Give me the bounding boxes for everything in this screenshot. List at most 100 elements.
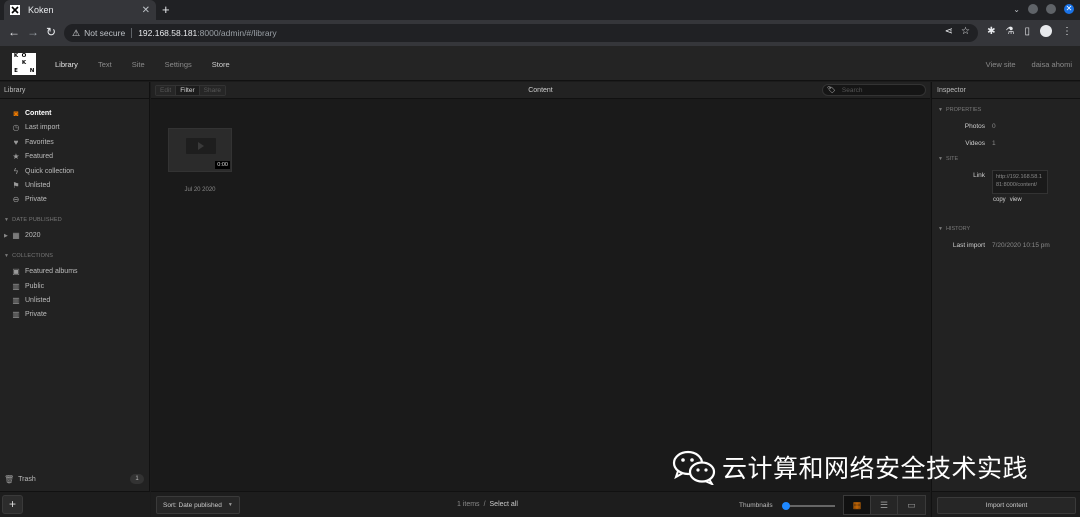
profile-avatar-icon[interactable]	[1040, 25, 1052, 37]
logo-letter	[12, 60, 20, 67]
sidebar-item-featured[interactable]: ★ Featured	[11, 152, 53, 161]
video-thumbnail[interactable]: 0:00	[168, 128, 232, 172]
inspector-footer: Import content	[932, 491, 1080, 517]
search-input[interactable]	[841, 86, 912, 94]
share-icon[interactable]: ⋖	[945, 26, 953, 37]
trash-link[interactable]: 🗑 Trash	[4, 475, 36, 484]
side-panel-icon[interactable]: ▯	[1024, 26, 1030, 37]
sidebar-item-year[interactable]: ▦ 2020	[11, 231, 40, 240]
divider	[131, 28, 133, 38]
tab-title: Koken	[28, 5, 54, 15]
window-close-icon[interactable]: ✕	[1064, 4, 1074, 14]
collection-icon: ▥	[12, 282, 20, 291]
sort-dropdown[interactable]: Sort: Date published ▼	[156, 496, 240, 514]
logo-letter: K	[13, 53, 19, 59]
back-icon[interactable]: ←	[8, 25, 20, 39]
logo-letter: K	[21, 60, 27, 67]
clock-icon: ◷	[12, 123, 20, 132]
warning-icon[interactable]: ⚠	[72, 28, 80, 39]
sidebar-item-unlisted[interactable]: ⚑ Unlisted	[11, 181, 50, 190]
address-bar[interactable]: ⚠ Not secure 192.168.58.181:8000/admin/#…	[64, 24, 978, 42]
view-site-link[interactable]: View site	[986, 60, 1016, 69]
slider-handle[interactable]	[781, 502, 790, 510]
item-count-label: 1 items	[457, 501, 480, 508]
nav-store[interactable]: Store	[212, 60, 230, 69]
add-button[interactable]: +	[2, 495, 23, 514]
tab-search-icon[interactable]: ⌄	[1013, 5, 1020, 14]
tag-icon[interactable]: 🏷	[827, 86, 836, 94]
nav-library[interactable]: Library	[55, 60, 78, 69]
select-all-link[interactable]: Select all	[490, 501, 518, 508]
sidebar-item-quick-collection[interactable]: ϟ Quick collection	[11, 167, 74, 176]
sidebar-item-collection-unlisted[interactable]: ▥ Unlisted	[11, 296, 50, 305]
browser-menu-icon[interactable]: ⋮	[1062, 26, 1072, 37]
trash-row[interactable]: 🗑 Trash 1	[0, 467, 150, 491]
nav-text[interactable]: Text	[98, 60, 112, 69]
last-import-value: 7/20/2020 10:15 pm	[992, 242, 1050, 249]
sidebar-item-label: Quick collection	[25, 168, 75, 175]
logo-letter	[28, 60, 36, 67]
video-play-icon	[186, 138, 216, 154]
import-content-button[interactable]: Import content	[937, 497, 1076, 514]
link-row: Link	[938, 172, 985, 179]
window-controls: ⌄ ✕	[1013, 4, 1074, 14]
koken-logo[interactable]: KOKEN	[12, 53, 36, 75]
browser-tab[interactable]: Koken ✕	[4, 0, 156, 20]
sidebar-item-last-import[interactable]: ◷ Last import	[11, 123, 60, 132]
sidebar-item-label: Private	[25, 196, 47, 203]
forward-icon[interactable]: →	[27, 25, 39, 39]
logo-letter: E	[14, 67, 18, 74]
section-site[interactable]: ▼ SITE	[938, 156, 958, 162]
logo-letter	[20, 68, 28, 75]
section-properties[interactable]: ▼ PROPERTIES	[938, 107, 981, 113]
list-view-icon[interactable]: ☰	[871, 496, 898, 514]
link-field[interactable]: http://192.168.58.181:8000/content/	[992, 170, 1048, 194]
link-actions: copy view	[993, 197, 1022, 203]
trash-label: Trash	[18, 475, 36, 483]
minimize-icon[interactable]	[1028, 4, 1038, 14]
collapse-triangle-icon: ▼	[4, 217, 10, 223]
extensions-puzzle-icon[interactable]: ✱	[987, 26, 995, 37]
sidebar-item-favorites[interactable]: ♥ Favorites	[11, 138, 54, 147]
content-toolbar: Edit Filter Share Content 🏷	[151, 82, 930, 99]
sidebar-item-content[interactable]: ◙ Content	[11, 109, 52, 118]
camera-icon: ◙	[13, 109, 19, 118]
grid-view-icon[interactable]: ▦	[844, 496, 871, 514]
tab-close-icon[interactable]: ✕	[142, 5, 150, 16]
bookmark-star-icon[interactable]: ☆	[961, 26, 970, 37]
nav-site[interactable]: Site	[132, 60, 145, 69]
url-host: 192.168.58.181	[138, 28, 198, 38]
reload-icon[interactable]: ↻	[46, 25, 56, 39]
section-date-published[interactable]: ▼ DATE PUBLISHED	[4, 217, 62, 223]
section-history[interactable]: ▼ HISTORY	[938, 226, 970, 232]
detail-view-icon[interactable]: ▭	[898, 496, 925, 514]
extension-bar: ✱ ⚗ ▯ ⋮	[987, 25, 1072, 37]
search-box[interactable]: 🏷	[822, 84, 926, 96]
inspector-title: Inspector	[932, 82, 1080, 99]
copy-link[interactable]: copy	[993, 197, 1006, 203]
logo-letter: O	[21, 53, 27, 59]
sidebar-item-public[interactable]: ▥ Public	[11, 282, 44, 291]
maximize-icon[interactable]	[1046, 4, 1056, 14]
new-tab-icon[interactable]: +	[162, 2, 170, 17]
url-path: :8000/admin/#/library	[197, 28, 277, 38]
section-collections[interactable]: ▼ COLLECTIONS	[4, 253, 53, 259]
sidebar-item-featured-albums[interactable]: ▣ Featured albums	[11, 267, 77, 276]
videos-value: 1	[992, 140, 996, 147]
sidebar-item-private[interactable]: ⊖ Private	[11, 195, 47, 204]
view-link[interactable]: view	[1010, 197, 1022, 203]
photos-row: Photos 0	[938, 123, 996, 130]
unlisted-icon: ⚑	[12, 181, 20, 190]
sidebar-item-collection-private[interactable]: ▥ Private	[11, 310, 47, 319]
sidebar-item-label: Last import	[25, 124, 60, 131]
sidebar-item-label: Favorites	[25, 139, 54, 146]
videos-label: Videos	[965, 140, 985, 147]
thumbnail-size-slider[interactable]	[781, 502, 835, 510]
trash-count-badge: 1	[130, 474, 144, 484]
watermark: 云计算和网络安全技术实践	[672, 449, 1028, 487]
expand-arrow-icon[interactable]: ▶	[4, 233, 8, 239]
lab-flask-icon[interactable]: ⚗	[1006, 26, 1015, 37]
security-label[interactable]: Not secure	[84, 28, 125, 38]
user-name-link[interactable]: daisa ahomi	[1032, 60, 1072, 69]
nav-settings[interactable]: Settings	[165, 60, 192, 69]
